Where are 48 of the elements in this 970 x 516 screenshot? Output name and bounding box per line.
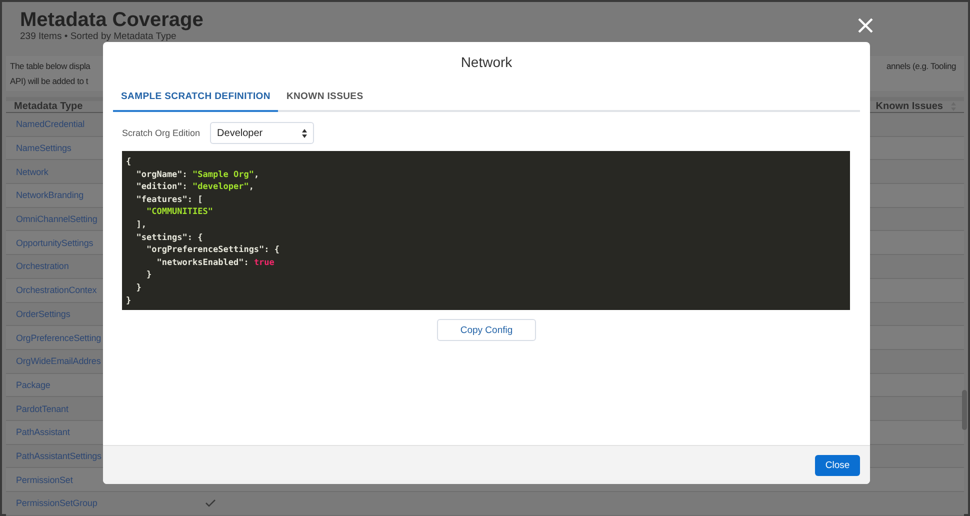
- tab[interactable]: SAMPLE SCRATCH DEFINITION: [113, 83, 278, 112]
- code-line: "settings": {: [135, 232, 203, 244]
- close-icon[interactable]: [857, 17, 874, 34]
- code-line: {: [126, 156, 132, 169]
- code-line: "features": [: [135, 194, 203, 206]
- code-line: "orgName": "Sample Org",: [135, 168, 260, 182]
- metadata-link[interactable]: PermissionSetGroup: [16, 498, 98, 508]
- select-arrows-icon: [302, 128, 308, 138]
- metadata-link[interactable]: OmniChannelSetting: [16, 214, 98, 224]
- copy-config-button[interactable]: Copy Config: [437, 319, 536, 341]
- description-text: The table below displa: [10, 61, 90, 71]
- page-title: Metadata Coverage: [20, 9, 204, 31]
- metadata-link[interactable]: OrchestrationContex: [16, 285, 97, 296]
- modal-title: Network: [460, 53, 514, 71]
- metadata-link[interactable]: OrgPreferenceSetting: [16, 332, 102, 343]
- item-count: 239 Items • Sorted by Metadata Type: [20, 31, 176, 43]
- description-text: API) will be added to t: [10, 76, 88, 86]
- metadata-link[interactable]: NameSettings: [16, 143, 72, 154]
- column-header[interactable]: Known Issues: [876, 101, 943, 112]
- column-header[interactable]: Metadata Type: [6, 101, 91, 112]
- metadata-link[interactable]: Orchestration: [16, 261, 69, 272]
- sort-icon[interactable]: [951, 102, 956, 111]
- description-text: annels (e.g. Tooling: [886, 61, 957, 73]
- metadata-link[interactable]: PathAssistant: [16, 427, 70, 438]
- code-line: "COMMUNITIES": [145, 206, 213, 219]
- metadata-link[interactable]: PardotTenant: [16, 404, 68, 414]
- code-line: "orgPreferenceSettings": {: [145, 244, 280, 257]
- metadata-link[interactable]: Package: [16, 380, 50, 390]
- edition-select[interactable]: Developer: [210, 122, 314, 144]
- metadata-link[interactable]: Network: [16, 166, 48, 177]
- metadata-link[interactable]: OrgWideEmailAddres: [16, 356, 101, 366]
- code-line: }: [135, 282, 142, 295]
- code-line: ],: [135, 218, 146, 232]
- code-line: }: [145, 269, 152, 282]
- metadata-link[interactable]: PermissionSet: [16, 474, 73, 485]
- field-label: Scratch Org Edition: [122, 128, 200, 138]
- code-line: "networksEnabled": true: [156, 256, 274, 270]
- metadata-link[interactable]: NamedCredential: [16, 119, 85, 130]
- close-button[interactable]: Close: [815, 454, 860, 476]
- metadata-link[interactable]: PathAssistantSettings: [16, 450, 102, 461]
- metadata-link[interactable]: OpportunitySettings: [16, 238, 94, 248]
- checkmark-icon: [205, 499, 216, 508]
- metadata-link[interactable]: NetworkBranding: [16, 190, 84, 200]
- metadata-link[interactable]: OrderSettings: [16, 308, 70, 319]
- code-line: }: [126, 294, 132, 308]
- tab[interactable]: KNOWN ISSUES: [278, 83, 372, 112]
- scrollbar-thumb[interactable]: [962, 390, 967, 430]
- code-line: "edition": "developer",: [135, 181, 254, 194]
